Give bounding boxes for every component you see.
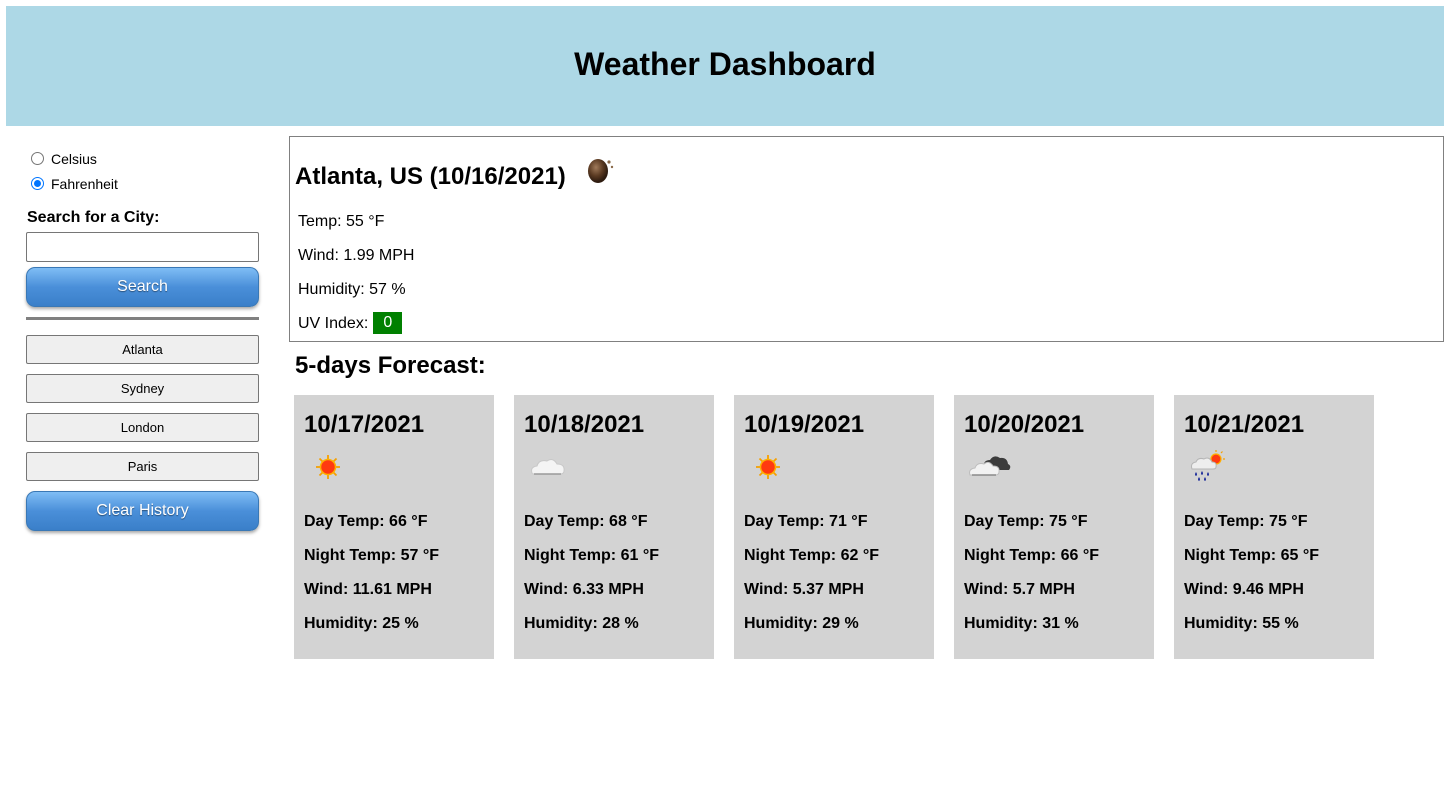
forecast-day-temp: Day Temp: 66 °F [304, 513, 428, 530]
forecast-card: 10/17/2021 Day Temp: 66 °F Night Temp: 5… [294, 395, 494, 659]
forecast-day-temp: Day Temp: 71 °F [744, 513, 868, 530]
forecast-day-temp: Day Temp: 75 °F [1184, 513, 1308, 530]
celsius-radio[interactable] [31, 152, 44, 165]
forecast-humidity: Humidity: 29 % [744, 615, 859, 632]
forecast-night-temp: Night Temp: 66 °F [964, 547, 1099, 564]
celsius-label[interactable]: Celsius [51, 151, 97, 167]
page-title: Weather Dashboard [574, 45, 876, 82]
forecast-humidity: Humidity: 28 % [524, 615, 639, 632]
forecast-night-temp: Night Temp: 65 °F [1184, 547, 1319, 564]
uv-label: UV Index: [298, 315, 369, 333]
forecast-wind: Wind: 5.7 MPH [964, 581, 1075, 598]
forecast-card: 10/18/2021 Day Temp: 68 °F Night Temp: 6… [514, 395, 714, 659]
forecast-humidity: Humidity: 55 % [1184, 615, 1299, 632]
forecast-date: 10/21/2021 [1184, 411, 1305, 438]
forecast-night-temp: Night Temp: 61 °F [524, 547, 659, 564]
current-humidity: Humidity: 57 % [298, 281, 406, 298]
sun-icon [744, 447, 794, 487]
forecast-day-temp: Day Temp: 75 °F [964, 513, 1088, 530]
history-city-button[interactable]: London [26, 413, 259, 442]
forecast-card: 10/19/2021 Day Temp: 71 °F Night Temp: 6… [734, 395, 934, 659]
forecast-wind: Wind: 11.61 MPH [304, 581, 432, 598]
current-weather-panel: Atlanta, US (10/16/2021) Temp: 55 °F Win… [289, 136, 1444, 342]
forecast-wind: Wind: 5.37 MPH [744, 581, 864, 598]
forecast-card: 10/20/2021 Day Temp: 75 °F Night Temp: 6… [954, 395, 1154, 659]
forecast-date: 10/17/2021 [304, 411, 425, 438]
current-weather-heading: Atlanta, US (10/16/2021) [295, 157, 616, 196]
clear-history-button[interactable]: Clear History [26, 491, 259, 531]
city-search-input[interactable] [26, 232, 259, 262]
forecast-night-temp: Night Temp: 62 °F [744, 547, 879, 564]
fahrenheit-label[interactable]: Fahrenheit [51, 176, 118, 192]
forecast-wind: Wind: 6.33 MPH [524, 581, 644, 598]
forecast-day-temp: Day Temp: 68 °F [524, 513, 648, 530]
history-city-button[interactable]: Sydney [26, 374, 259, 403]
forecast-card: 10/21/2021 Day Temp: 75 °F Night Temp: 6… [1174, 395, 1374, 659]
history-city-button[interactable]: Atlanta [26, 335, 259, 364]
current-uv: UV Index: 0 [298, 312, 403, 335]
history-city-button[interactable]: Paris [26, 452, 259, 481]
forecast-date: 10/18/2021 [524, 411, 645, 438]
forecast-date: 10/20/2021 [964, 411, 1085, 438]
forecast-date: 10/19/2021 [744, 411, 865, 438]
forecast-humidity: Humidity: 25 % [304, 615, 419, 632]
celsius-option[interactable]: Celsius [26, 146, 259, 171]
fahrenheit-option[interactable]: Fahrenheit [26, 171, 259, 196]
rain-sun-icon [1184, 447, 1234, 487]
search-label: Search for a City: [27, 209, 160, 226]
forecast-heading: 5-days Forecast: [295, 352, 486, 379]
uv-index-badge: 0 [373, 312, 403, 334]
forecast-humidity: Humidity: 31 % [964, 615, 1079, 632]
sun-icon [304, 447, 354, 487]
current-city-date: Atlanta, US (10/16/2021) [295, 162, 566, 190]
page-header: Weather Dashboard [6, 6, 1444, 126]
forecast-night-temp: Night Temp: 57 °F [304, 547, 439, 564]
cloud-icon [524, 447, 574, 487]
clear-night-moon-icon [584, 154, 616, 193]
fahrenheit-radio[interactable] [31, 177, 44, 190]
current-temp: Temp: 55 °F [298, 213, 385, 230]
current-wind: Wind: 1.99 MPH [298, 247, 415, 264]
search-button[interactable]: Search [26, 267, 259, 307]
forecast-wind: Wind: 9.46 MPH [1184, 581, 1304, 598]
broken-clouds-icon [964, 447, 1014, 487]
sidebar-divider [26, 317, 259, 320]
sidebar: Celsius Fahrenheit Search for a City: Se… [26, 146, 259, 531]
